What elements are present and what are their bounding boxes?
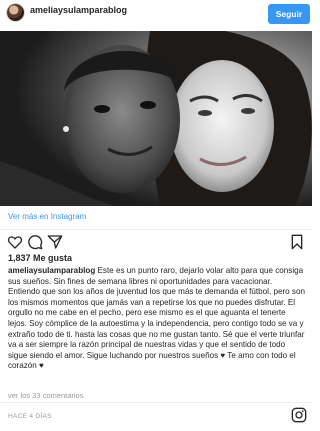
view-comments-link[interactable]: ver los 33 comentarios <box>8 391 83 400</box>
caption-username[interactable]: ameliaysulamparablog <box>8 266 95 275</box>
caption-text: Este es un punto raro, dejarlo volar alt… <box>8 266 305 371</box>
action-bar <box>0 232 312 254</box>
couple-photo-image <box>0 31 312 206</box>
share-icon[interactable] <box>47 234 63 250</box>
post-header: ameliaysulamparablog Seguir <box>0 0 312 31</box>
bookmark-icon[interactable] <box>289 234 305 250</box>
view-more-link[interactable]: Ver más en Instagram <box>8 212 86 221</box>
divider <box>0 402 312 403</box>
post-timestamp: HACE 4 DÍAS <box>8 413 52 420</box>
follow-button[interactable]: Seguir <box>268 4 310 24</box>
post-caption: ameliaysulamparablog Este es un punto ra… <box>8 266 306 372</box>
heart-icon[interactable] <box>7 234 23 250</box>
post-photo[interactable] <box>0 31 312 206</box>
like-count[interactable]: 1,837 Me gusta <box>8 253 72 263</box>
comment-icon[interactable] <box>27 234 43 250</box>
username[interactable]: ameliaysulamparablog <box>30 5 127 15</box>
view-more-bar: Ver más en Instagram <box>0 206 312 230</box>
avatar[interactable] <box>6 3 25 22</box>
instagram-logo-icon[interactable] <box>291 407 307 423</box>
